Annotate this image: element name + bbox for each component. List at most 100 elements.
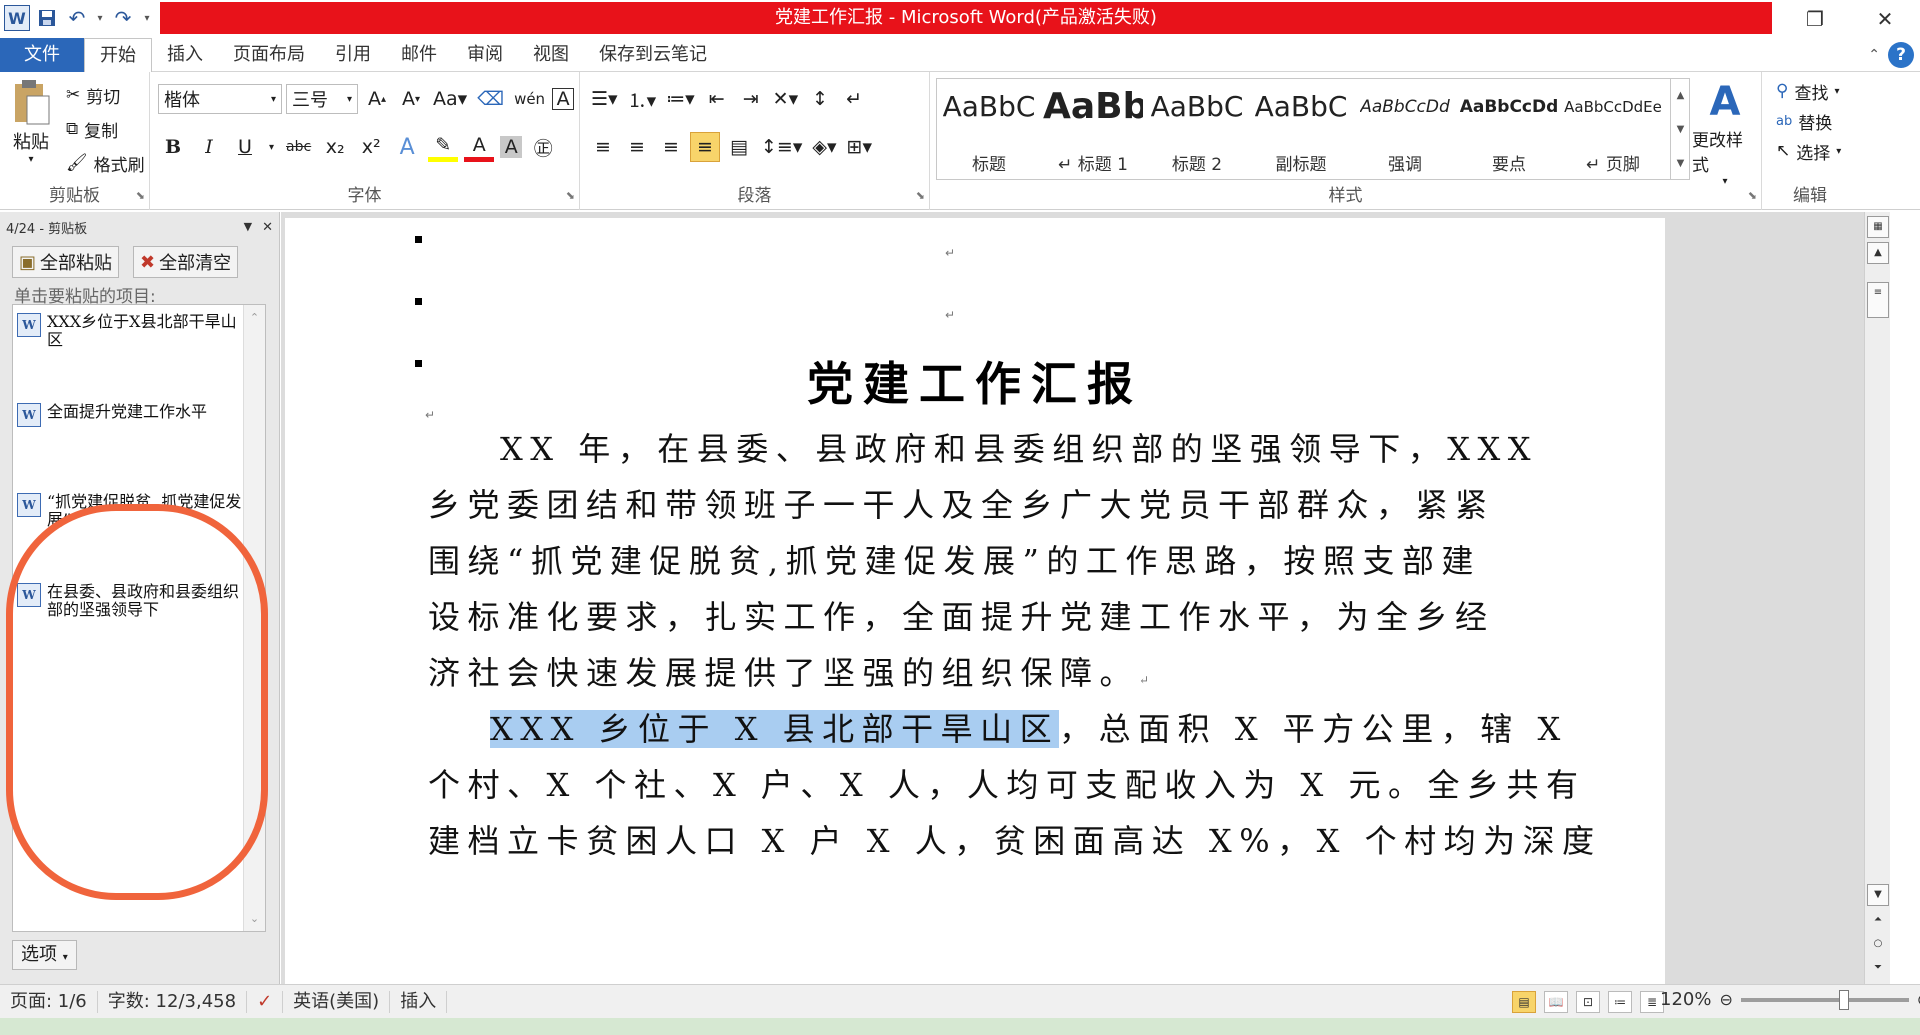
align-right-icon[interactable]: ≡ — [656, 132, 686, 162]
chevron-up-icon[interactable]: ⌃ — [250, 311, 259, 324]
numbering-icon[interactable]: ⒈▾ — [625, 84, 660, 114]
borders-icon[interactable]: ⊞▾ — [844, 132, 875, 162]
underline-dropdown-icon[interactable]: ▾ — [266, 132, 277, 162]
line-spacing-icon[interactable]: ↕≡▾ — [758, 132, 805, 162]
language-indicator[interactable]: 英语(美国) — [283, 990, 391, 1013]
tab-insert[interactable]: 插入 — [152, 38, 218, 72]
style-subtitle[interactable]: AaBbC 副标题 — [1249, 79, 1353, 179]
cut-button[interactable]: ✂ 剪切 — [66, 78, 120, 112]
customize-qat-icon[interactable]: ▾ — [140, 5, 154, 31]
shading-icon[interactable]: ◈▾ — [809, 132, 839, 162]
highlight-color-icon[interactable]: ✎ — [428, 132, 459, 162]
text-effects-icon[interactable]: A — [392, 132, 422, 162]
bold-button[interactable]: B — [158, 132, 188, 162]
paragraph-launcher-icon[interactable]: ⬊ — [916, 189, 925, 202]
scroll-thumb[interactable]: ≡ — [1867, 282, 1889, 318]
change-styles-button[interactable]: A 更改样式 ▾ — [1692, 78, 1758, 187]
paste-button[interactable]: 粘贴 ▾ — [8, 78, 54, 165]
font-launcher-icon[interactable]: ⬊ — [566, 189, 575, 202]
zoom-out-icon[interactable]: ⊖ — [1719, 990, 1732, 1009]
proofing-icon[interactable]: ✓ — [247, 990, 284, 1013]
tab-file[interactable]: 文件 — [0, 38, 84, 72]
style-footer[interactable]: AaBbCcDdEe ↵ 页脚 — [1561, 79, 1665, 179]
restore-icon[interactable]: ❐ — [1780, 0, 1850, 38]
select-button[interactable]: ↖ 选择 ▾ — [1776, 136, 1841, 166]
style-strong[interactable]: AaBbCcDd 要点 — [1457, 79, 1561, 179]
superscript-icon[interactable]: x² — [356, 132, 386, 162]
justify-icon[interactable]: ≡ — [690, 132, 720, 162]
multilevel-list-icon[interactable]: ≔▾ — [663, 84, 698, 114]
close-icon[interactable]: ✕ — [262, 220, 273, 235]
redo-icon[interactable]: ↷ — [110, 5, 136, 31]
change-case-icon[interactable]: Aa▾ — [430, 84, 470, 114]
help-icon[interactable]: ? — [1888, 42, 1914, 68]
tab-references[interactable]: 引用 — [320, 38, 386, 72]
bullets-icon[interactable]: ☰▾ — [588, 84, 621, 114]
chevron-down-icon[interactable]: ▼ — [1677, 124, 1685, 135]
align-left-icon[interactable]: ≡ — [588, 132, 618, 162]
next-page-icon[interactable]: ⏷ — [1867, 958, 1889, 980]
tab-cloud-notes[interactable]: 保存到云笔记 — [584, 38, 722, 72]
char-shading-icon[interactable]: A — [500, 136, 523, 158]
align-center-icon[interactable]: ≡ — [622, 132, 652, 162]
subscript-icon[interactable]: x₂ — [320, 132, 350, 162]
shrink-font-icon[interactable]: A ▾ — [396, 84, 426, 114]
increase-indent-icon[interactable]: ⇥ — [736, 84, 766, 114]
grow-font-icon[interactable]: A ▴ — [362, 84, 392, 114]
italic-button[interactable]: I — [194, 132, 224, 162]
sort-icon[interactable]: ↕ — [805, 84, 835, 114]
copy-button[interactable]: ⧉ 复制 — [66, 112, 118, 146]
save-icon[interactable] — [34, 5, 60, 31]
chevron-down-icon[interactable]: ⌄ — [250, 912, 259, 925]
previous-page-icon[interactable]: ⏶ — [1867, 910, 1889, 932]
decrease-indent-icon[interactable]: ⇤ — [702, 84, 732, 114]
vertical-scrollbar[interactable]: ▦ ▲ ≡ ▼ ⏶ ○ ⏷ — [1864, 212, 1890, 984]
tab-mailings[interactable]: 邮件 — [386, 38, 452, 72]
document-page[interactable]: ↵ ↵ 党建工作汇报 ↵ XX 年，在县委、县政府和县委组织部的坚强领导下，XX… — [285, 218, 1665, 984]
selected-text[interactable]: XXX 乡位于 X 县北部干旱山区 — [490, 710, 1060, 748]
clipboard-item[interactable]: W “抓党建促脱贫, 抓党建促发展” — [17, 493, 243, 529]
zoom-level[interactable]: 120% — [1660, 989, 1711, 1010]
zoom-slider-thumb[interactable] — [1838, 989, 1849, 1010]
ruler-toggle-icon[interactable]: ▦ — [1867, 216, 1889, 238]
close-icon[interactable]: ✕ — [1850, 0, 1920, 38]
tab-page-layout[interactable]: 页面布局 — [218, 38, 320, 72]
web-layout-icon[interactable]: ⊡ — [1576, 991, 1600, 1013]
clipboard-item[interactable]: W 全面提升党建工作水平 — [17, 403, 243, 427]
clear-all-button[interactable]: ✖ 全部清空 — [133, 246, 239, 278]
print-layout-icon[interactable]: ▤ — [1512, 991, 1536, 1013]
font-color-icon[interactable]: A — [464, 132, 495, 162]
style-heading-1[interactable]: AaBb ↵ 标题 1 — [1041, 79, 1145, 179]
tab-view[interactable]: 视图 — [518, 38, 584, 72]
styles-launcher-icon[interactable]: ⬊ — [1748, 189, 1757, 202]
insert-mode[interactable]: 插入 — [390, 990, 448, 1013]
full-screen-reading-icon[interactable]: 📖 — [1544, 991, 1568, 1013]
clipboard-item[interactable]: W 在县委、县政府和县委组织部的坚强领导下 — [17, 583, 243, 619]
more-icon[interactable]: ▼ — [1677, 158, 1685, 169]
browse-object-icon[interactable]: ○ — [1867, 934, 1889, 956]
chinese-layout-icon[interactable]: ✕▾ — [770, 84, 801, 114]
clipboard-item[interactable]: W XXX乡位于X县北部干旱山区 — [17, 313, 243, 349]
show-marks-icon[interactable]: ↵ — [839, 84, 869, 114]
style-title[interactable]: AaBbC 标题 — [937, 79, 1041, 179]
tab-home[interactable]: 开始 — [84, 38, 152, 72]
styles-gallery-scroll[interactable]: ▲ ▼ ▼ — [1670, 78, 1690, 180]
style-heading-2[interactable]: AaBbC 标题 2 — [1145, 79, 1249, 179]
char-border-icon[interactable]: A — [552, 88, 575, 110]
word-count[interactable]: 字数: 12/3,458 — [98, 990, 248, 1013]
word-app-icon[interactable]: W — [4, 5, 30, 31]
undo-icon[interactable]: ↶ — [64, 5, 90, 31]
underline-button[interactable]: U — [230, 132, 260, 162]
undo-dropdown-icon[interactable]: ▾ — [94, 5, 106, 31]
strikethrough-button[interactable]: abc — [283, 132, 314, 162]
outline-icon[interactable]: ≔ — [1608, 991, 1632, 1013]
distributed-icon[interactable]: ▤ — [724, 132, 754, 162]
paste-all-button[interactable]: ▣ 全部粘贴 — [12, 246, 120, 278]
enclose-char-icon[interactable]: ㊣ — [528, 132, 558, 162]
style-emphasis[interactable]: AaBbCcDd 强调 — [1353, 79, 1457, 179]
format-painter-button[interactable]: 🖌 格式刷 — [66, 146, 145, 180]
minimize-ribbon-icon[interactable]: ⌃ — [1868, 47, 1880, 63]
zoom-slider[interactable] — [1740, 989, 1909, 1010]
replace-button[interactable]: ab 替换 — [1776, 106, 1832, 136]
pane-options-icon[interactable]: ▼ — [244, 220, 252, 235]
